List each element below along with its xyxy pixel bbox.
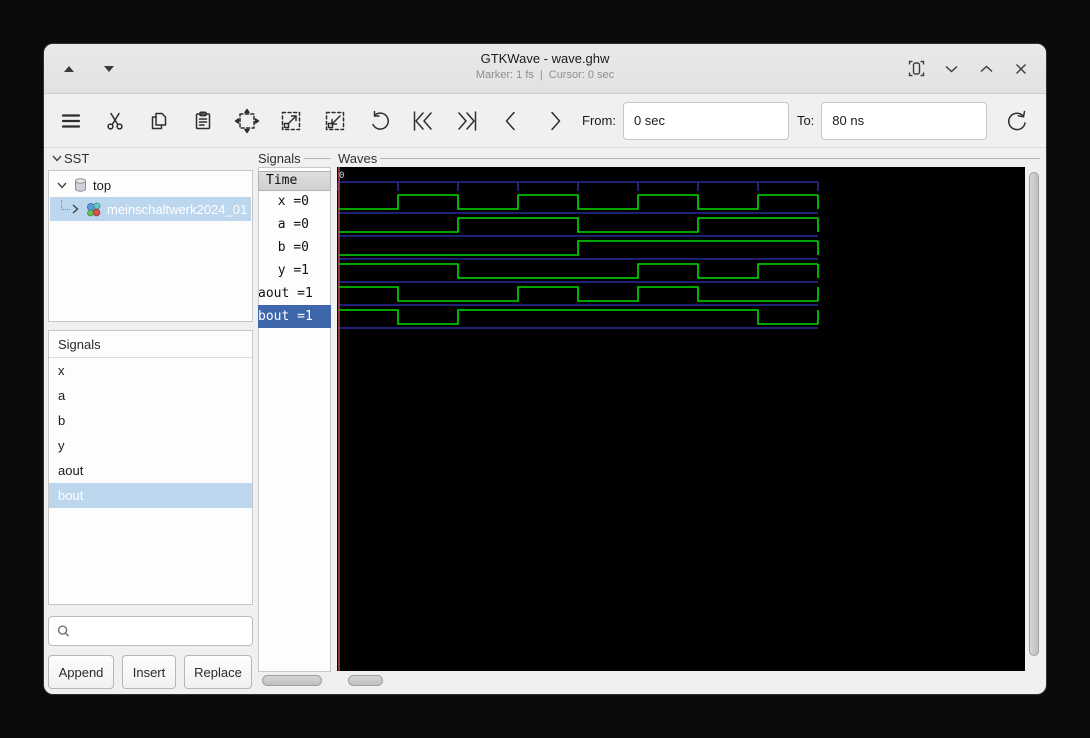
list-item[interactable]: y: [49, 433, 252, 458]
search-icon: [57, 624, 70, 638]
signal-value-row[interactable]: x =0: [258, 190, 331, 213]
chevron-left-icon: [497, 107, 525, 135]
fullscreen-button[interactable]: [907, 60, 925, 78]
sst-frame-label[interactable]: SST: [52, 150, 112, 166]
replace-button[interactable]: Replace: [184, 655, 252, 689]
zoom-in-icon: [278, 108, 304, 134]
toolbar: From: To:: [44, 94, 1046, 148]
zoom-out-icon: [322, 108, 348, 134]
to-input[interactable]: [821, 102, 987, 140]
cylinder-icon: [73, 177, 88, 193]
arrow-up-icon: [64, 66, 74, 72]
cut-icon: [103, 109, 127, 133]
time-header[interactable]: Time: [258, 171, 331, 191]
tree-row-top[interactable]: top: [50, 173, 251, 197]
wave-area[interactable]: 0: [337, 167, 1025, 671]
sst-label-text: SST: [64, 151, 89, 166]
arrow-down-icon: [104, 66, 114, 72]
titlebar[interactable]: GTKWave - wave.ghw Marker: 1 fs | Cursor: …: [44, 44, 1046, 94]
signals-frame-label: Signals: [258, 150, 331, 166]
menu-button[interactable]: [54, 104, 88, 138]
jump-to-end-icon: [453, 107, 481, 135]
gtkwave-window: GTKWave - wave.ghw Marker: 1 fs | Cursor: …: [44, 44, 1046, 694]
copy-icon: [147, 109, 171, 133]
append-button[interactable]: Append: [48, 655, 114, 689]
shade-up-button[interactable]: [60, 60, 78, 78]
frame-line: [304, 158, 331, 159]
chevron-up-icon: [980, 65, 993, 73]
list-item[interactable]: a: [49, 383, 252, 408]
zoom-fit-button[interactable]: [230, 104, 264, 138]
cursor-status: Cursor: 0 sec: [549, 69, 614, 81]
step-right-button[interactable]: [538, 104, 572, 138]
wave-canvas[interactable]: 0: [337, 167, 1025, 671]
cut-button[interactable]: [98, 104, 132, 138]
shade-down-button[interactable]: [100, 60, 118, 78]
zoom-fit-icon: [234, 108, 260, 134]
search-input[interactable]: [76, 617, 252, 645]
waves-label-text: Waves: [338, 151, 377, 166]
chevron-right-icon: [541, 107, 569, 135]
signal-value-row[interactable]: aout =1: [258, 282, 331, 305]
from-input[interactable]: [623, 102, 789, 140]
signal-search[interactable]: [48, 616, 253, 646]
jump-to-start-icon: [409, 107, 437, 135]
values-hscrollbar-thumb[interactable]: [262, 675, 322, 686]
zoom-out-button[interactable]: [318, 104, 352, 138]
fullscreen-icon: [908, 60, 925, 77]
waves-frame-label: Waves: [338, 150, 1040, 166]
status-separator: |: [540, 69, 543, 81]
paste-icon: [191, 109, 215, 133]
zoom-in-button[interactable]: [274, 104, 308, 138]
jump-to-start-button[interactable]: [406, 104, 440, 138]
jump-to-end-button[interactable]: [450, 104, 484, 138]
waves-hscrollbar-thumb[interactable]: [348, 675, 383, 686]
signal-browser: Signals xabyaoutbout: [48, 330, 253, 605]
insert-button[interactable]: Insert: [122, 655, 176, 689]
svg-text:0: 0: [339, 171, 344, 181]
expander-chevron-icon: [52, 155, 62, 162]
from-label: From:: [582, 113, 616, 128]
module-icon: [85, 201, 102, 218]
signals-label-text: Signals: [258, 151, 301, 166]
signal-value-row[interactable]: y =1: [258, 259, 331, 282]
undo-icon: [366, 108, 392, 134]
chevron-down-icon[interactable]: [57, 182, 67, 189]
signal-value-row[interactable]: a =0: [258, 213, 331, 236]
signal-browser-header: Signals: [49, 331, 252, 358]
chevron-down-icon: [945, 65, 958, 73]
unshade-button[interactable]: [942, 60, 960, 78]
tree-row-module[interactable]: meinschaltwerk2024_01: [50, 197, 251, 221]
list-item[interactable]: aout: [49, 458, 252, 483]
sst-tree: top meinschaltwerk2024_01: [48, 170, 253, 322]
to-label: To:: [797, 113, 814, 128]
undo-button[interactable]: [362, 104, 396, 138]
signal-value-row[interactable]: b =0: [258, 236, 331, 259]
list-item[interactable]: x: [49, 358, 252, 383]
tree-connector: [61, 200, 70, 210]
close-button[interactable]: [1012, 60, 1030, 78]
list-item[interactable]: bout: [49, 483, 252, 508]
marker-status: Marker: 1 fs: [476, 69, 534, 81]
window-title: GTKWave - wave.ghw: [44, 51, 1046, 66]
shade-button[interactable]: [977, 60, 995, 78]
menu-icon: [59, 109, 83, 133]
step-left-button[interactable]: [494, 104, 528, 138]
frame-line: [380, 158, 1040, 159]
signal-value-row[interactable]: bout =1: [258, 305, 331, 328]
copy-button[interactable]: [142, 104, 176, 138]
status-line: Marker: 1 fs | Cursor: 0 sec: [44, 69, 1046, 81]
paste-button[interactable]: [186, 104, 220, 138]
waves-vscrollbar-thumb[interactable]: [1029, 172, 1039, 656]
signal-list: xabyaoutbout: [49, 358, 252, 508]
chevron-right-icon[interactable]: [72, 204, 79, 214]
tree-node-label: top: [93, 178, 111, 193]
close-icon: [1015, 63, 1027, 75]
value-rows: x =0a =0b =0y =1aout =1bout =1: [258, 190, 331, 328]
list-item[interactable]: b: [49, 408, 252, 433]
tree-node-label: meinschaltwerk2024_01: [107, 202, 247, 217]
reload-icon: [1002, 107, 1030, 135]
reload-button[interactable]: [1000, 105, 1032, 137]
